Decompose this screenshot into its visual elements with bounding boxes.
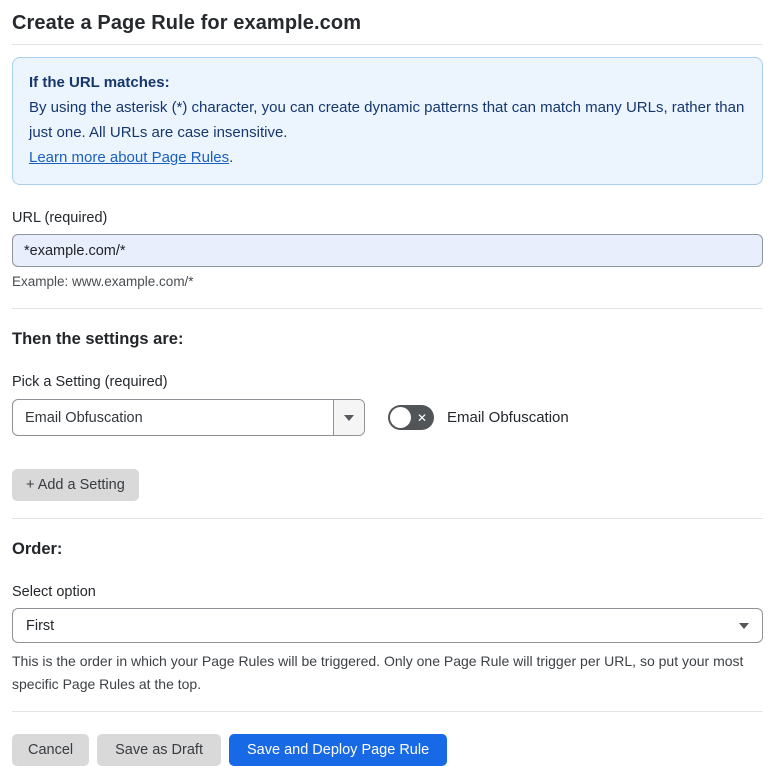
url-input[interactable] [12, 234, 763, 267]
url-example-helper: Example: www.example.com/* [12, 274, 194, 289]
caret-down-icon [739, 622, 749, 629]
footer-actions: Cancel Save as Draft Save and Deploy Pag… [12, 734, 763, 766]
x-icon: ✕ [416, 410, 427, 425]
order-section-heading: Order: [12, 540, 63, 558]
order-helper-text: This is the order in which your Page Rul… [12, 653, 744, 692]
url-matches-info-box: If the URL matches: By using the asteris… [12, 57, 763, 185]
divider [12, 308, 763, 309]
link-suffix: . [229, 149, 234, 166]
order-select-value: First [26, 617, 55, 634]
divider [12, 44, 763, 45]
caret-down-icon [344, 414, 354, 421]
setting-select[interactable]: Email Obfuscation [12, 399, 365, 436]
divider [12, 711, 763, 712]
pick-setting-label: Pick a Setting (required) [12, 374, 168, 390]
settings-section-heading: Then the settings are: [12, 330, 184, 348]
url-field-label: URL (required) [12, 210, 108, 226]
info-box-link-line: Learn more about Page Rules. [29, 145, 746, 170]
order-select[interactable]: First [12, 608, 763, 643]
email-obfuscation-toggle[interactable]: ✕ [388, 405, 434, 430]
cancel-button[interactable]: Cancel [12, 734, 90, 766]
order-select-label: Select option [12, 584, 96, 600]
info-box-heading: If the URL matches: [29, 74, 170, 91]
toggle-label: Email Obfuscation [447, 409, 569, 426]
learn-more-link[interactable]: Learn more about Page Rules [29, 149, 229, 166]
setting-select-arrow-button[interactable] [333, 400, 364, 435]
info-box-body: By using the asterisk (*) character, you… [29, 99, 745, 141]
divider [12, 518, 763, 519]
save-as-draft-button[interactable]: Save as Draft [97, 734, 221, 766]
page-title: Create a Page Rule for example.com [12, 12, 362, 34]
add-setting-button[interactable]: + Add a Setting [12, 469, 139, 501]
toggle-knob [390, 407, 411, 428]
setting-row: Email Obfuscation ✕ Email Obfuscation [12, 399, 763, 436]
page-rule-form: Create a Page Rule for example.com If th… [0, 0, 775, 766]
save-and-deploy-button[interactable]: Save and Deploy Page Rule [228, 734, 448, 766]
setting-select-value: Email Obfuscation [25, 409, 143, 426]
